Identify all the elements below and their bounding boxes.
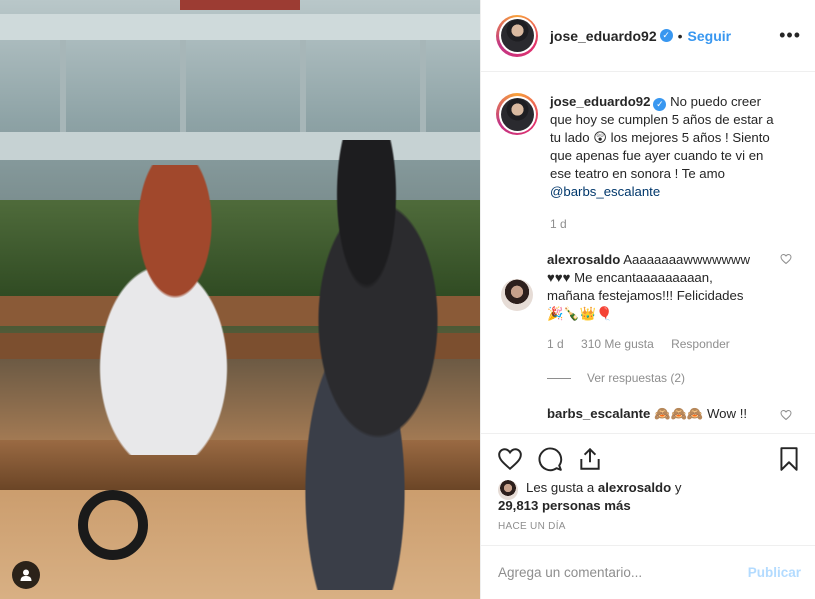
post-photo[interactable] (0, 0, 480, 599)
comments-list[interactable]: jose_eduardo92 ✓ No puedo creer que hoy s… (481, 73, 815, 433)
caption-username[interactable]: jose_eduardo92 (550, 94, 650, 109)
author-avatar[interactable] (500, 19, 534, 52)
comment-like-icon[interactable] (780, 253, 792, 265)
photo-man (240, 140, 470, 590)
share-icon[interactable] (577, 446, 603, 472)
post-actions (481, 433, 815, 481)
more-options-icon[interactable]: ••• (779, 26, 801, 44)
likes-summary: Les gusta a alexrosaldo y 29,813 persona… (498, 480, 682, 515)
comment-item: alexrosaldo Aaaaaaaawwwwwww ♥♥♥ Me encan… (496, 251, 800, 353)
view-replies-button[interactable]: Ver respuestas (2) (547, 371, 800, 385)
publish-button[interactable]: Publicar (748, 565, 801, 580)
reply-button[interactable]: Responder (671, 337, 730, 351)
caption-avatar[interactable] (496, 93, 538, 135)
tagged-users-icon[interactable] (12, 561, 40, 589)
caption-age[interactable]: 1 d (550, 217, 567, 231)
caption: jose_eduardo92 ✓ No puedo creer que hoy s… (496, 93, 800, 233)
author-avatar-story-ring[interactable] (496, 14, 538, 57)
comment-text: 🙈🙈🙈 Wow !! (654, 406, 748, 421)
save-bookmark-icon[interactable] (776, 446, 802, 472)
header-separator: • (677, 27, 683, 44)
instagram-post-view: jose_eduardo92 ✓ • Seguir ••• jose_eduar… (0, 0, 815, 599)
comment-like-icon[interactable] (780, 409, 792, 421)
liker-username[interactable]: alexrosaldo (598, 480, 671, 495)
commenter-avatar[interactable] (501, 279, 533, 311)
caption-mention[interactable]: @barbs_escalante (550, 184, 660, 199)
add-comment-bar: Publicar (481, 545, 815, 599)
verified-icon: ✓ (659, 29, 673, 42)
verified-icon: ✓ (653, 98, 667, 111)
photo-scooter-wheel (78, 490, 148, 560)
follow-button[interactable]: Seguir (688, 28, 732, 44)
comment-bubble-icon[interactable] (537, 446, 563, 472)
comment-likes[interactable]: 310 Me gusta (581, 337, 654, 351)
comment-username[interactable]: alexrosaldo (547, 252, 620, 267)
like-heart-icon[interactable] (497, 446, 523, 472)
post-header: jose_eduardo92 ✓ • Seguir ••• (481, 0, 815, 72)
post-timestamp[interactable]: HACE UN DÍA (498, 521, 566, 532)
comment-input[interactable] (498, 565, 748, 580)
post-side-panel: jose_eduardo92 ✓ • Seguir ••• jose_eduar… (480, 0, 815, 599)
comment-item: barbs_escalante 🙈🙈🙈 Wow !! (496, 405, 800, 423)
comment-age[interactable]: 1 d (547, 337, 564, 351)
likes-count[interactable]: 29,813 personas más (498, 497, 681, 515)
author-username[interactable]: jose_eduardo92 (550, 28, 657, 44)
liker-avatar[interactable] (498, 480, 518, 500)
comment-username[interactable]: barbs_escalante (547, 406, 650, 421)
